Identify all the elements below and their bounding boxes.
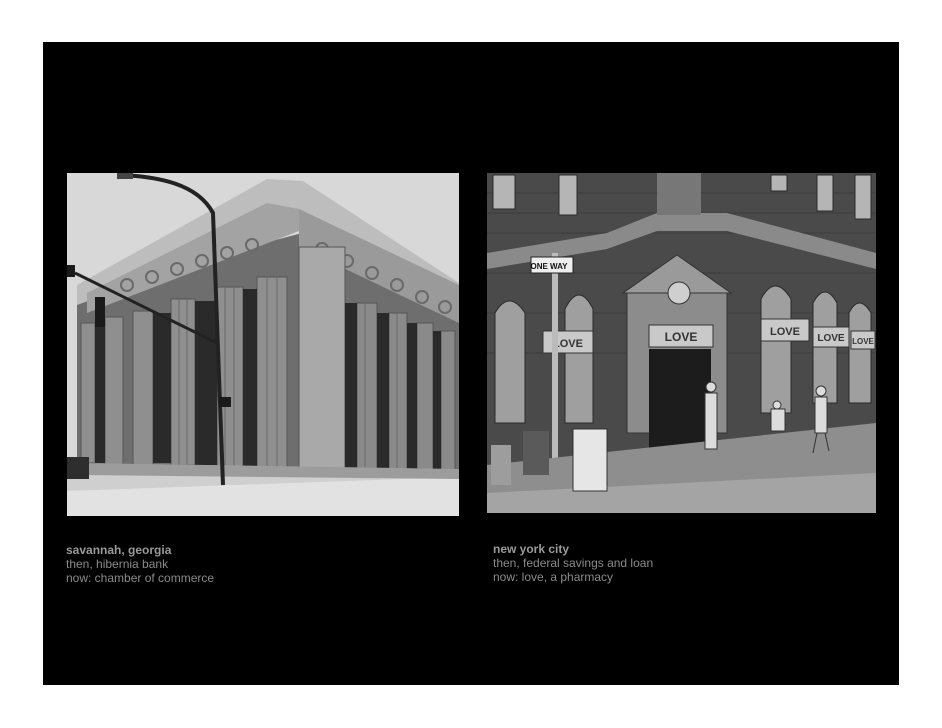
photo-savannah-bank <box>67 173 459 516</box>
sign-store-window2: LOVE <box>817 333 845 344</box>
photo-savannah-graphic <box>67 173 459 516</box>
caption-then: then, federal savings and loan <box>493 556 654 570</box>
caption-place: new york city <box>493 542 570 556</box>
sign-store-window3: LOVE <box>852 337 874 346</box>
caption-then: then, hibernia bank <box>66 557 169 571</box>
sign-store-door: LOVE <box>665 330 698 344</box>
caption-place: savannah, georgia <box>66 543 172 557</box>
caption-now: now: chamber of commerce <box>66 571 215 585</box>
caption-new-york: new york city then, federal savings and … <box>493 542 653 584</box>
photo-nyc-pharmacy: LOVE LOVE LOVE LOVE LOVE ONE WAY <box>487 173 876 513</box>
caption-savannah: savannah, georgia then, hibernia bank no… <box>66 543 214 585</box>
caption-now: now: love, a pharmacy <box>493 570 614 584</box>
sign-store-window: LOVE <box>770 326 800 338</box>
slide: LOVE LOVE LOVE LOVE LOVE ONE WAY savanna… <box>43 42 899 685</box>
sign-one-way: ONE WAY <box>530 262 568 271</box>
photo-nyc-graphic: LOVE LOVE LOVE LOVE LOVE ONE WAY <box>487 173 876 513</box>
